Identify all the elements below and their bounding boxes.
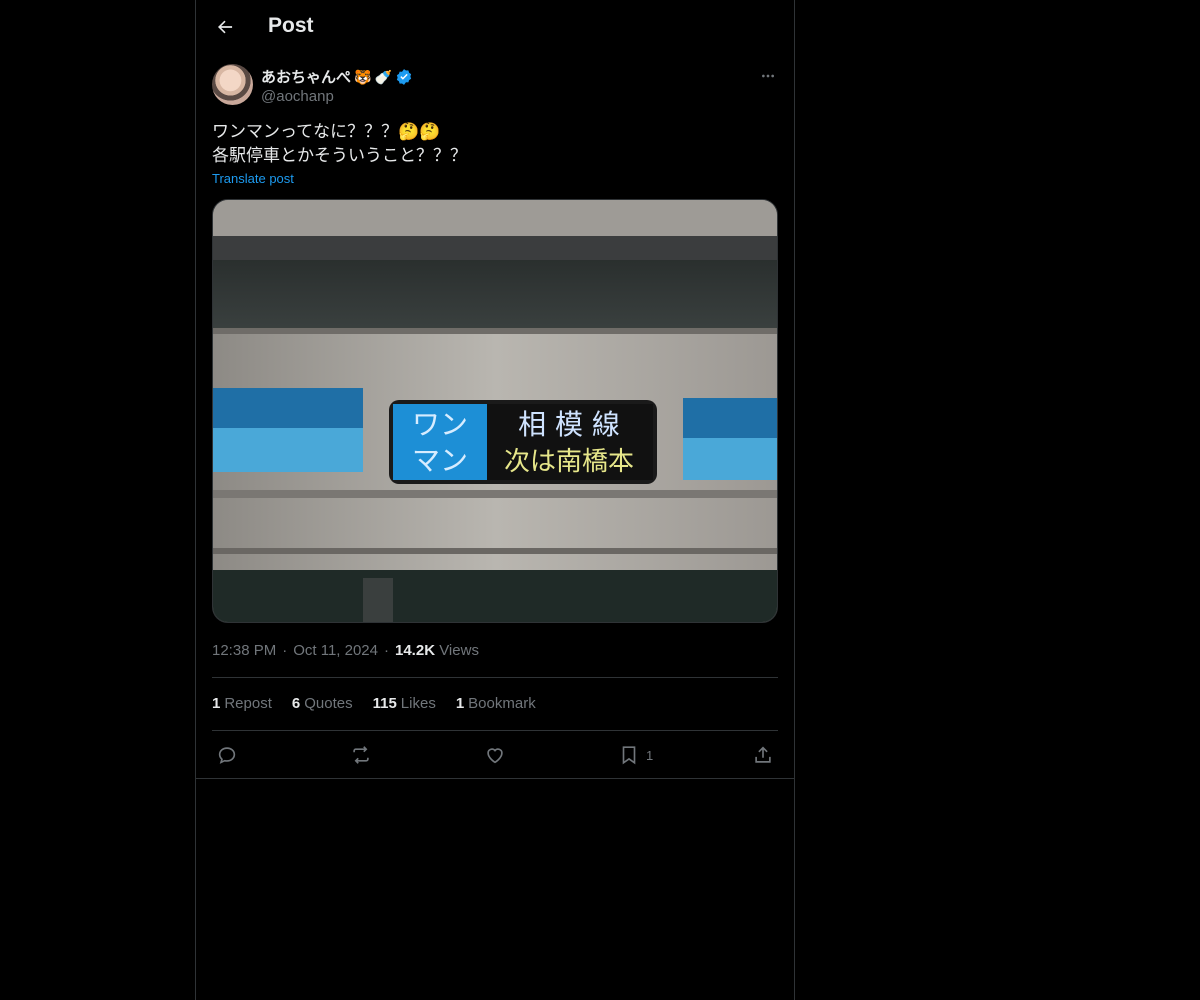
reply-button[interactable] — [216, 740, 238, 770]
like-button[interactable] — [484, 740, 506, 770]
author-handle[interactable]: @aochanp — [261, 88, 334, 105]
header: Post — [196, 0, 794, 54]
avatar[interactable] — [212, 64, 253, 105]
sign-right-line-1: 相 模 線 — [518, 408, 620, 441]
post-image[interactable]: ワン マン 相 模 線 次は南橋本 — [212, 199, 778, 623]
quotes-stat[interactable]: 6 Quotes — [292, 695, 353, 712]
heart-icon — [487, 748, 503, 764]
repost-button[interactable] — [350, 740, 372, 770]
post-bottom-border — [196, 778, 794, 779]
author-emoji-tiger: 🐯 — [354, 68, 372, 85]
share-icon — [755, 746, 771, 763]
more-options-button[interactable] — [758, 66, 778, 86]
sign-left-line-1: ワン — [412, 408, 468, 441]
likes-stat[interactable]: 115 Likes — [373, 695, 436, 712]
share-button[interactable] — [752, 740, 774, 770]
verified-badge-icon — [395, 68, 413, 86]
post-time[interactable]: 12:38 PM — [212, 642, 276, 659]
post-meta: 12:38 PM · Oct 11, 2024 · 14.2K Views — [212, 642, 479, 659]
bookmarks-count: 1 — [455, 695, 465, 712]
action-bar: 1 — [212, 740, 778, 770]
post-text-line: 各駅停車とかそういうこと？？？ — [212, 146, 467, 165]
bookmarks-stat[interactable]: 1 Bookmark — [456, 695, 536, 712]
arrow-left-icon — [218, 20, 233, 34]
quotes-label: Quotes — [304, 695, 353, 712]
reply-icon — [218, 747, 236, 764]
post-text: ワンマンってなに？？？🤔🤔 各駅停車とかそういうこと？？？ — [212, 120, 772, 168]
author-name-row[interactable]: あおちゃんぺ 🐯 🍼 — [261, 66, 413, 87]
likes-label: Likes — [400, 695, 436, 712]
reposts-stat[interactable]: 1 Repost — [212, 695, 272, 712]
author-emoji-bottle: 🍼 — [374, 68, 392, 85]
views-label: Views — [439, 642, 479, 659]
likes-count: 115 — [372, 695, 397, 712]
post-text-line: ワンマンってなに？？？🤔🤔 — [212, 122, 441, 141]
bookmark-icon — [622, 746, 636, 765]
reposts-count: 1 — [212, 695, 221, 712]
post-date[interactable]: Oct 11, 2024 — [293, 642, 378, 659]
sign-left-line-2: マン — [412, 444, 468, 477]
bookmark-button[interactable]: 1 — [618, 740, 653, 770]
post-column: Post あおちゃんぺ 🐯 🍼 @aochanp ワンマンってなに？？？🤔🤔 各… — [195, 0, 795, 1000]
bookmark-count: 1 — [646, 747, 654, 763]
divider — [212, 730, 778, 731]
page-title: Post — [268, 14, 314, 37]
more-icon — [762, 74, 774, 78]
meta-separator: · — [282, 642, 288, 659]
meta-separator: · — [384, 642, 389, 659]
back-button[interactable] — [212, 14, 238, 40]
train-sign-photo: ワン マン 相 模 線 次は南橋本 — [213, 200, 777, 622]
quotes-count: 6 — [291, 695, 301, 712]
divider — [212, 677, 778, 678]
repost-icon — [353, 746, 369, 764]
author-name: あおちゃんぺ — [261, 69, 352, 86]
translate-post-link[interactable]: Translate post — [212, 171, 294, 186]
engagement-stats: 1 Repost 6 Quotes 115 Likes 1 Bookmark — [212, 695, 536, 712]
bookmarks-label: Bookmark — [468, 695, 536, 712]
sign-right-line-2: 次は南橋本 — [504, 447, 634, 477]
views-count: 14.2K — [395, 642, 436, 659]
reposts-label: Repost — [224, 695, 272, 712]
